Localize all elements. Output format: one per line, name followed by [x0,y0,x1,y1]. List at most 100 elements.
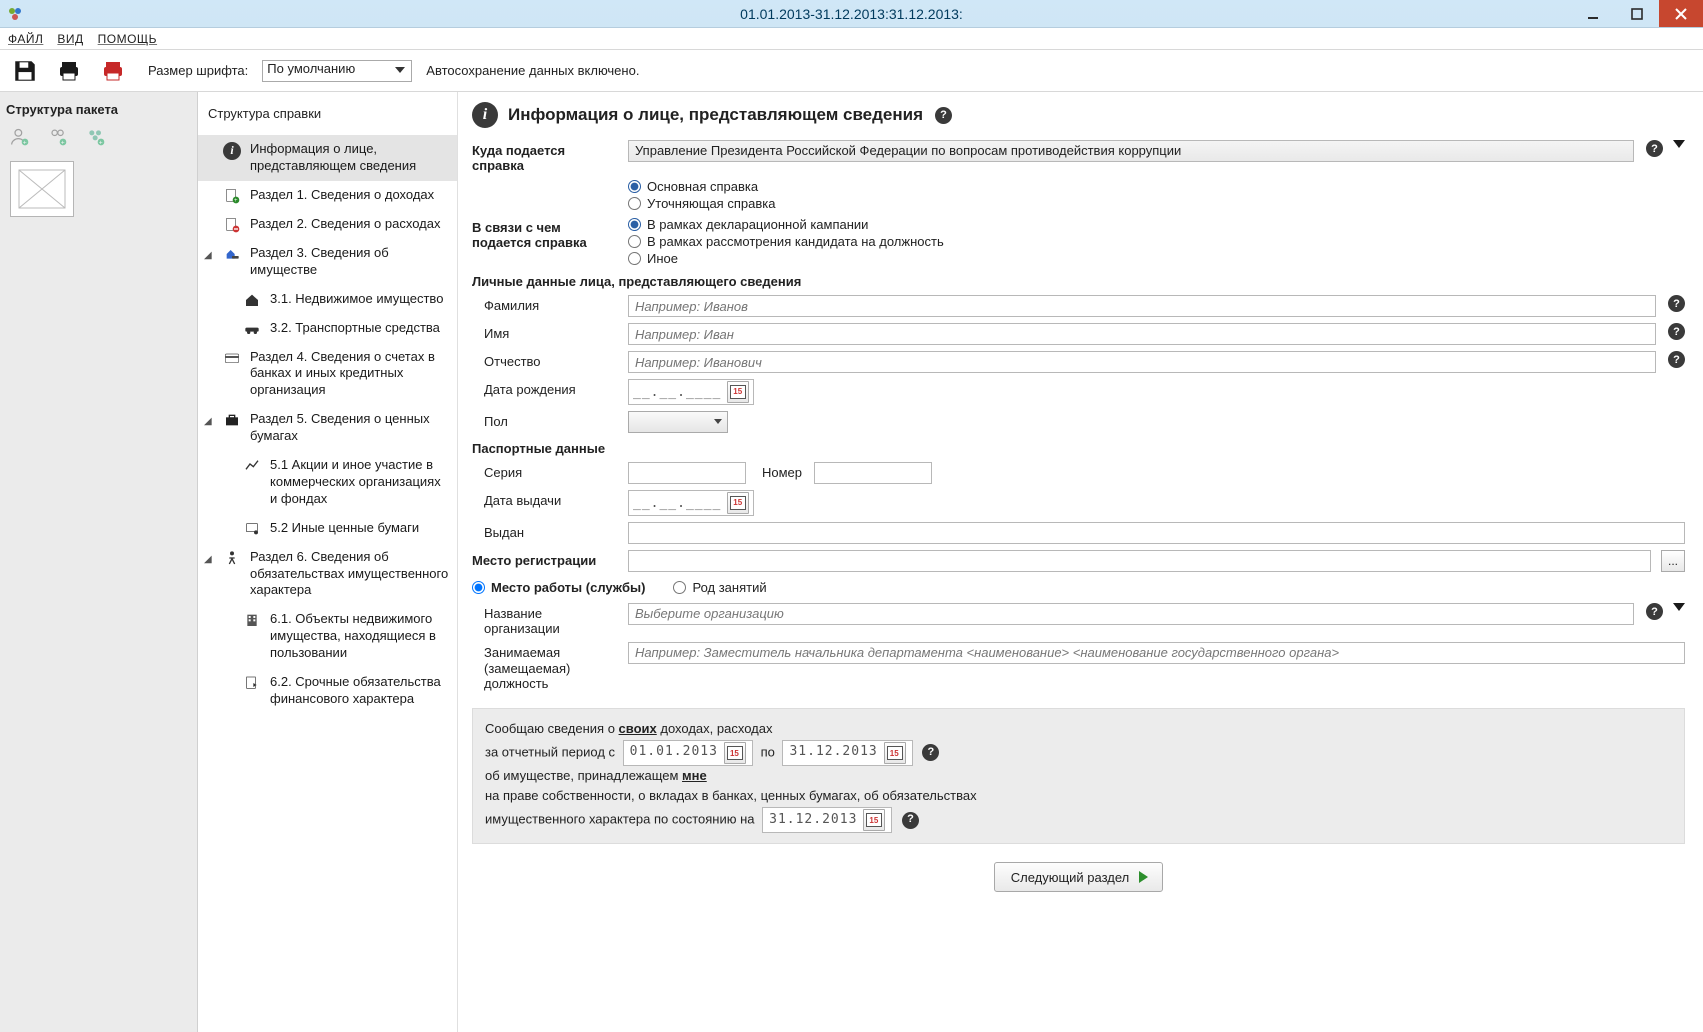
where-dropdown[interactable]: Управление Президента Российской Федерац… [628,140,1634,162]
window-title: 01.01.2013-31.12.2013:31.12.2013: [740,6,963,22]
summary-box: Сообщаю сведения о своих доходах, расход… [472,708,1685,844]
next-section-button[interactable]: Следующий раздел [994,862,1164,892]
nav-item-5-1[interactable]: 5.1 Акции и иное участие в коммерческих … [198,451,457,514]
save-button[interactable] [10,56,40,86]
menu-bar: ФАЙЛ ВИД ПОМОЩЬ [0,28,1703,50]
series-input[interactable] [628,462,746,484]
play-icon [1139,871,1148,883]
package-thumbnail[interactable] [10,161,74,217]
radio-work[interactable]: Место работы (службы) [472,580,645,595]
radio-campaign[interactable]: В рамках декларационной кампании [628,217,944,232]
calendar-icon[interactable] [884,742,906,764]
firstname-input[interactable] [628,323,1656,345]
nav-item-6-2[interactable]: 6.2. Срочные обязательства финансового х… [198,668,457,714]
passport-heading: Паспортные данные [472,441,1685,456]
menu-view[interactable]: ВИД [57,32,83,46]
number-label: Номер [756,462,804,480]
print-color-button[interactable] [98,56,128,86]
lastname-label: Фамилия [472,295,618,313]
close-button[interactable] [1659,0,1703,27]
nav-item-6-1[interactable]: 6.1. Объекты недвижимого имущества, нахо… [198,605,457,668]
lastname-input[interactable] [628,295,1656,317]
position-input[interactable]: Например: Заместитель начальника департа… [628,642,1685,664]
collapse-icon[interactable]: ◢ [204,553,212,566]
nav-item-3-1[interactable]: 3.1. Недвижимое имущество [198,285,457,314]
next-button-label: Следующий раздел [1011,870,1130,885]
add-person-icon[interactable]: + [10,127,30,147]
nav-item-info[interactable]: i Информация о лице, представляющем свед… [198,135,457,181]
help-icon[interactable]: ? [1646,603,1663,620]
gender-select[interactable] [628,411,728,433]
issued-by-label: Выдан [472,522,618,540]
middlename-input[interactable] [628,351,1656,373]
menu-file[interactable]: ФАЙЛ [8,32,43,46]
browse-button[interactable]: ... [1661,550,1685,572]
nav-label: Раздел 3. Сведения об имуществе [250,245,449,279]
chevron-down-icon[interactable] [1673,140,1685,148]
period-from-input[interactable]: 01.01.2013 [623,740,753,766]
nav-item-5-2[interactable]: 5.2 Иные ценные бумаги [198,514,457,543]
house-icon [242,292,262,308]
calendar-icon[interactable] [727,381,749,403]
collapse-icon[interactable]: ◢ [204,249,212,262]
svg-text:+: + [99,140,103,147]
nav-item-section6[interactable]: ◢ Раздел 6. Сведения об обязательствах и… [198,543,457,606]
radio-candidate[interactable]: В рамках рассмотрения кандидата на должн… [628,234,944,249]
asof-date-input[interactable]: 31.12.2013 [762,807,892,833]
period-to-input[interactable]: 31.12.2013 [782,740,912,766]
card-icon [222,350,242,400]
nav-label: 6.1. Объекты недвижимого имущества, нахо… [270,611,449,662]
minimize-button[interactable] [1571,0,1615,27]
help-icon[interactable]: ? [1646,140,1663,157]
nav-item-section5[interactable]: ◢ Раздел 5. Сведения о ценных бумагах [198,405,457,451]
org-dropdown[interactable]: Выберите организацию [628,603,1634,625]
toolbar: Размер шрифта: По умолчанию Автосохранен… [0,50,1703,92]
maximize-button[interactable] [1615,0,1659,27]
nav-item-section2[interactable]: Раздел 2. Сведения о расходах [198,210,457,239]
car-icon [242,321,262,337]
nav-label: 6.2. Срочные обязательства финансового х… [270,674,449,708]
font-size-label: Размер шрифта: [148,63,248,78]
middlename-label: Отчество [472,351,618,369]
help-icon[interactable]: ? [1668,295,1685,312]
chevron-down-icon [395,67,405,73]
number-input[interactable] [814,462,932,484]
nav-label: Раздел 5. Сведения о ценных бумагах [250,411,449,445]
radio-main[interactable]: Основная справка [628,179,775,194]
radio-other[interactable]: Иное [628,251,944,266]
radio-clarify[interactable]: Уточняющая справка [628,196,775,211]
autosave-status: Автосохранение данных включено. [426,63,639,78]
help-icon[interactable]: ? [922,744,939,761]
add-couple-icon[interactable]: + [48,127,68,147]
nav-label: 5.1 Акции и иное участие в коммерческих … [270,457,449,508]
radio-occupation[interactable]: Род занятий [673,580,766,595]
help-icon[interactable]: ? [902,812,919,829]
menu-help[interactable]: ПОМОЩЬ [98,32,157,46]
chevron-down-icon[interactable] [1673,603,1685,611]
document-arrow-icon [242,675,262,708]
collapse-icon[interactable]: ◢ [204,415,212,428]
where-label: Куда подается справка [472,140,618,173]
font-size-select[interactable]: По умолчанию [262,60,412,82]
print-button[interactable] [54,56,84,86]
nav-item-section1[interactable]: + Раздел 1. Сведения о доходах [198,181,457,210]
help-icon[interactable]: ? [1668,323,1685,340]
calendar-icon[interactable] [724,742,746,764]
calendar-icon[interactable] [863,809,885,831]
nav-item-section3[interactable]: ◢ Раздел 3. Сведения об имуществе [198,239,457,285]
issue-date-input[interactable]: __.__.____ [628,490,754,516]
nav-item-3-2[interactable]: 3.2. Транспортные средства [198,314,457,343]
reg-input[interactable] [628,550,1651,572]
help-icon[interactable]: ? [1668,351,1685,368]
help-icon[interactable]: ? [935,107,952,124]
chart-icon [242,458,262,508]
where-value: Управление Президента Российской Федерац… [635,143,1181,158]
dob-input[interactable]: __.__.____ [628,379,754,405]
calendar-icon[interactable] [727,492,749,514]
info-icon: i [472,102,498,128]
add-group-icon[interactable]: + [86,127,106,147]
chevron-down-icon [714,419,722,424]
nav-item-section4[interactable]: Раздел 4. Сведения о счетах в банках и и… [198,343,457,406]
issued-by-input[interactable] [628,522,1685,544]
package-title: Структура пакета [6,102,191,117]
